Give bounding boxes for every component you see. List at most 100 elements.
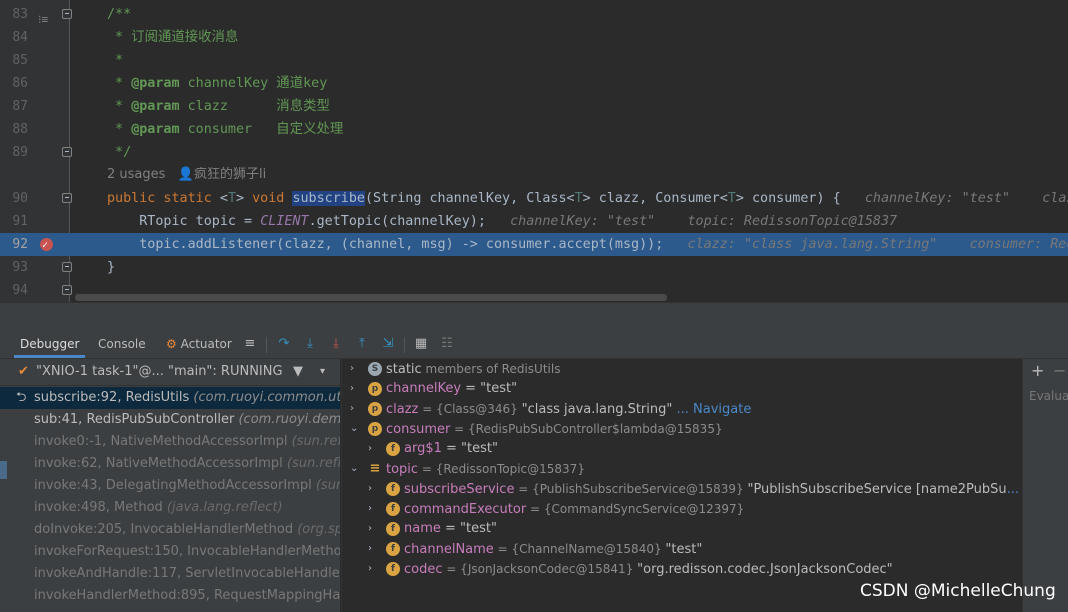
collapse-arrow-icon[interactable]: ⌄ — [350, 459, 362, 479]
expand-arrow-icon[interactable]: › — [350, 359, 362, 379]
code-line-93[interactable]: 93} — [0, 256, 1068, 279]
line-number[interactable]: 91 — [0, 210, 28, 233]
expand-arrow-icon[interactable]: › — [368, 479, 380, 499]
variable-row[interactable]: ⌄ p consumer = {RedisPubSubController$lamb… — [342, 419, 1023, 439]
code-text: public static <T> void subscribe(String … — [107, 191, 1068, 206]
fold-marker-icon[interactable] — [62, 285, 72, 295]
expand-arrow-icon[interactable]: › — [368, 539, 380, 559]
stack-frame[interactable]: invokeHandlerMethod:895, RequestMappingH… — [0, 585, 340, 607]
code-line-88[interactable]: 88 * @param consumer 自定义处理 — [0, 118, 1068, 141]
usages-hint[interactable]: 2 usages 👤疯狂的狮子li — [107, 164, 266, 186]
stack-frame[interactable]: invoke0:-1, NativeMethodAccessorImpl (su… — [0, 431, 340, 453]
code-line-85[interactable]: 85 * — [0, 49, 1068, 72]
line-number[interactable]: 86 — [0, 72, 28, 95]
variable-row[interactable]: › f codec = {JsonJacksonCodec@15841} "org.… — [342, 559, 1023, 579]
collapse-arrow-icon[interactable]: ⌄ — [350, 419, 362, 439]
variable-row[interactable]: › f subscribeService = {PublishSubscribeSe… — [342, 479, 1023, 499]
filter-icon[interactable]: ▼ — [293, 359, 303, 385]
stack-frame[interactable]: invoke:498, Method (java.lang.reflect) — [0, 497, 340, 519]
variable-text: consumer = {RedisPubSubController$lambda… — [386, 422, 723, 437]
expand-arrow-icon[interactable]: › — [350, 399, 362, 419]
expand-arrow-icon[interactable]: › — [350, 379, 362, 399]
fold-marker-icon[interactable] — [62, 262, 72, 272]
line-number[interactable]: 92 — [0, 233, 28, 256]
code-line-84[interactable]: 84 * 订阅通道接收消息 — [0, 26, 1068, 49]
tab-actuator[interactable]: ⚙ Actuator — [160, 331, 238, 358]
navigate-link[interactable]: ... Navigate — [672, 402, 751, 417]
horizontal-scrollbar[interactable] — [75, 294, 667, 301]
code-line-91[interactable]: 91 RTopic topic = CLIENT.getTopic(channe… — [0, 210, 1068, 233]
navigate-link[interactable]: ... View — [1007, 482, 1023, 497]
parameter-icon: p — [368, 402, 382, 416]
thread-selector[interactable]: ✔ "XNIO-1 task-1"@... "main": RUNNING ▼ … — [0, 359, 340, 386]
variable-row[interactable]: › f name = "test" — [342, 519, 1023, 539]
run-to-cursor-icon[interactable]: ⇲ — [380, 336, 396, 352]
stack-frame[interactable]: invoke:62, NativeMethodAccessorImpl (sun… — [0, 453, 340, 475]
variable-text: codec = {JsonJacksonCodec@15841} "org.re… — [404, 562, 893, 577]
add-watch-icon[interactable]: + — [1031, 361, 1044, 380]
field-icon: f — [386, 502, 400, 516]
static-icon: S — [368, 362, 382, 376]
field-icon: f — [386, 562, 400, 576]
chevron-down-icon[interactable]: ▾ — [320, 359, 325, 385]
trace-icon[interactable]: ☷ — [439, 336, 455, 352]
stack-frame[interactable]: invokeForRequest:150, InvocableHandlerMe… — [0, 541, 340, 563]
code-text: * 订阅通道接收消息 — [107, 30, 239, 45]
line-number[interactable]: 93 — [0, 256, 28, 279]
expand-arrow-icon[interactable]: › — [368, 439, 380, 459]
frame-label: invokeForRequest:150, InvocableHandlerMe… — [34, 544, 340, 559]
line-number[interactable]: 84 — [0, 26, 28, 49]
variable-text: arg$1 = "test" — [404, 441, 498, 456]
variable-row[interactable]: › Sstatic members of RedisUtils — [342, 359, 1023, 379]
evaluate-input[interactable]: Evalua — [1029, 389, 1068, 403]
stack-frame[interactable]: invoke:43, DelegatingMethodAccessorImpl … — [0, 475, 340, 497]
fold-marker-icon[interactable] — [62, 147, 72, 157]
variable-row[interactable]: › f commandExecutor = {CommandSyncService@… — [342, 499, 1023, 519]
code-text: /** — [107, 7, 132, 22]
code-line-90[interactable]: 90 public static <T> void subscribe(Strin… — [0, 187, 1068, 210]
evaluate-icon[interactable]: ▦ — [413, 336, 429, 352]
code-line-86[interactable]: 86 * @param channelKey 通道key — [0, 72, 1068, 95]
code-line-89[interactable]: 89 */ — [0, 141, 1068, 164]
line-number[interactable]: 94 — [0, 279, 28, 302]
expand-arrow-icon[interactable]: › — [368, 499, 380, 519]
tab-console[interactable]: Console — [92, 331, 152, 358]
variable-row[interactable]: › p channelKey = "test" — [342, 379, 1023, 399]
variable-row[interactable]: › f channelName = {ChannelName@15840} "tes… — [342, 539, 1023, 559]
line-number[interactable]: 88 — [0, 118, 28, 141]
remove-watch-icon[interactable]: − — [1053, 361, 1066, 380]
variable-icon: ≡ — [369, 461, 381, 476]
variable-text: name = "test" — [404, 521, 497, 536]
step-out-icon[interactable]: ⤒ — [354, 336, 370, 352]
breakpoint-icon[interactable] — [40, 234, 53, 257]
menu-icon[interactable]: ≡ — [242, 336, 258, 352]
fold-marker-icon[interactable] — [62, 193, 72, 203]
variable-row[interactable]: › f arg$1 = "test" — [342, 439, 1023, 459]
stack-frame[interactable]: ⮌ subscribe:92, RedisUtils (com.ruoyi.com… — [0, 387, 340, 409]
stack-frame[interactable]: invokeAndHandle:117, ServletInvocableHan… — [0, 563, 340, 585]
stack-frame[interactable]: sub:41, RedisPubSubController (com.ruoyi… — [0, 409, 340, 431]
line-number[interactable]: 83 — [0, 3, 28, 26]
line-number[interactable]: 89 — [0, 141, 28, 164]
expand-arrow-icon[interactable]: › — [368, 559, 380, 579]
step-over-icon[interactable]: ↷ — [276, 336, 292, 352]
code-line-92[interactable]: 92 topic.addListener(clazz, (channel, ms… — [0, 233, 1068, 257]
force-step-into-icon[interactable]: ⤓ — [328, 336, 344, 352]
line-number[interactable]: 85 — [0, 49, 28, 72]
watches-pane: + − Evalua — [1022, 359, 1068, 612]
variable-row[interactable]: ⌄ ≡ topic = {RedissonTopic@15837} — [342, 459, 1023, 479]
code-editor[interactable]: 83 ⁝≡/** 84 * 订阅通道接收消息 85 * 86 * @param chan… — [0, 0, 1068, 302]
panel-splitter[interactable] — [0, 302, 1068, 332]
code-line-87[interactable]: 87 * @param clazz 消息类型 — [0, 95, 1068, 118]
stack-frame[interactable]: doInvoke:205, InvocableHandlerMethod (or… — [0, 519, 340, 541]
code-line-83[interactable]: 83 ⁝≡/** — [0, 3, 1068, 26]
tab-debugger[interactable]: Debugger — [14, 331, 86, 358]
code-text: */ — [107, 145, 132, 160]
line-number[interactable]: 87 — [0, 95, 28, 118]
field-icon: f — [386, 522, 400, 536]
step-into-icon[interactable]: ⤓ — [302, 336, 318, 352]
line-number[interactable]: 90 — [0, 187, 28, 210]
fold-marker-icon[interactable] — [62, 9, 72, 19]
expand-arrow-icon[interactable]: › — [368, 519, 380, 539]
variable-row[interactable]: › p clazz = {Class@346} "class java.lang.S… — [342, 399, 1023, 419]
